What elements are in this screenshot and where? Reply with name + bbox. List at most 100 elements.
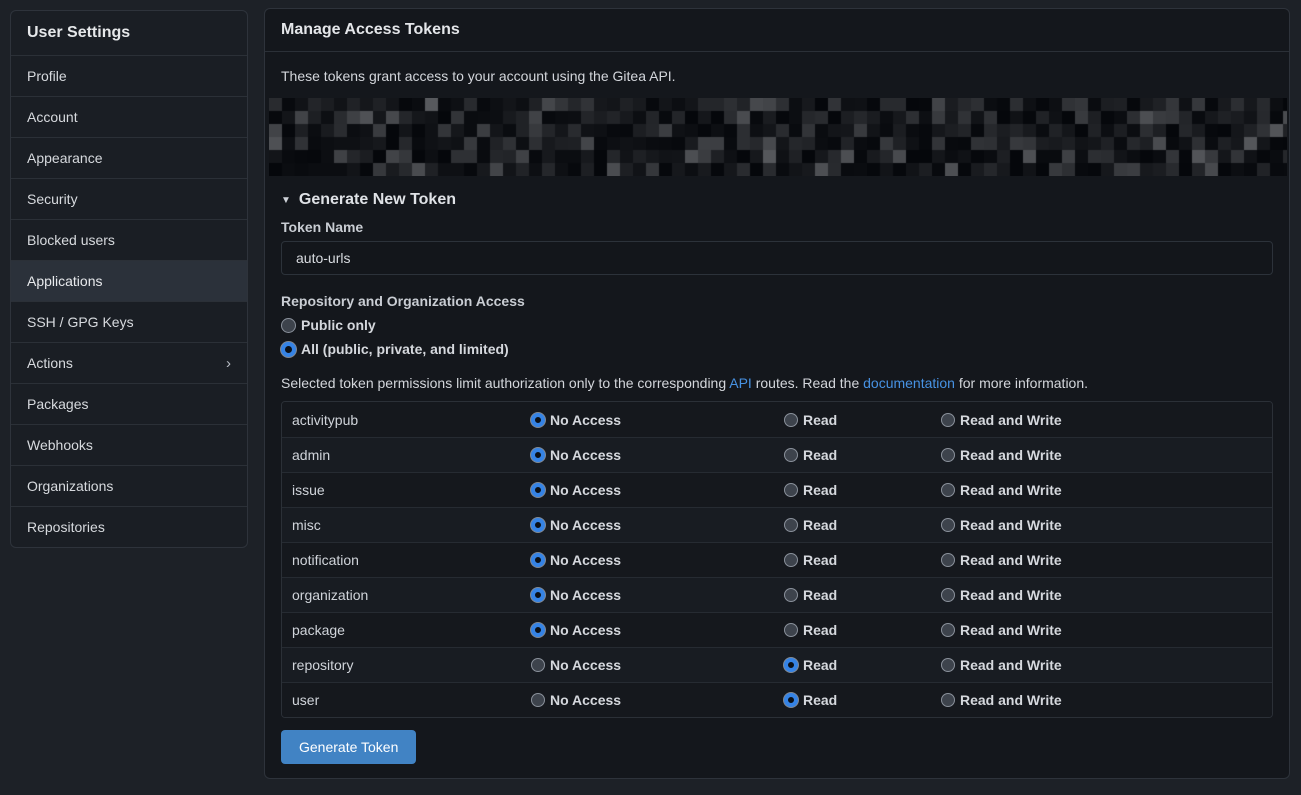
scope-option-label: Public only xyxy=(301,317,376,333)
permission-scope-label: activitypub xyxy=(282,412,531,428)
sidebar-item-webhooks[interactable]: Webhooks xyxy=(11,425,247,466)
permission-option-repository-no-access[interactable]: No Access xyxy=(531,657,784,673)
permission-option-notification-read-and-write[interactable]: Read and Write xyxy=(941,552,1272,568)
radio-unselected-icon[interactable] xyxy=(941,588,955,602)
radio-unselected-icon[interactable] xyxy=(941,623,955,637)
permissions-table: activitypubNo AccessReadRead and Writead… xyxy=(281,401,1273,718)
permission-option-misc-read-and-write[interactable]: Read and Write xyxy=(941,517,1272,533)
permission-option-activitypub-no-access[interactable]: No Access xyxy=(531,412,784,428)
radio-unselected-icon[interactable] xyxy=(531,658,545,672)
permission-scope-label: admin xyxy=(282,447,531,463)
radio-unselected-icon[interactable] xyxy=(784,448,798,462)
radio-selected-icon[interactable] xyxy=(531,518,545,532)
radio-unselected-icon[interactable] xyxy=(941,658,955,672)
radio-unselected-icon[interactable] xyxy=(281,318,296,333)
sidebar-item-organizations[interactable]: Organizations xyxy=(11,466,247,507)
documentation-link[interactable]: documentation xyxy=(863,375,955,391)
permission-option-label: Read and Write xyxy=(960,447,1062,463)
permission-option-issue-read[interactable]: Read xyxy=(784,482,941,498)
radio-unselected-icon[interactable] xyxy=(784,553,798,567)
permission-option-label: Read xyxy=(803,517,837,533)
sidebar-item-account[interactable]: Account xyxy=(11,97,247,138)
sidebar-item-label: Applications xyxy=(27,273,103,289)
permission-option-organization-no-access[interactable]: No Access xyxy=(531,587,784,603)
permission-option-user-no-access[interactable]: No Access xyxy=(531,692,784,708)
radio-selected-icon[interactable] xyxy=(531,553,545,567)
sidebar-item-repositories[interactable]: Repositories xyxy=(11,507,247,547)
radio-selected-icon[interactable] xyxy=(531,623,545,637)
permission-option-misc-read[interactable]: Read xyxy=(784,517,941,533)
permission-option-misc-no-access[interactable]: No Access xyxy=(531,517,784,533)
generate-token-button[interactable]: Generate Token xyxy=(281,730,416,764)
sidebar-item-label: Account xyxy=(27,109,78,125)
permission-option-organization-read-and-write[interactable]: Read and Write xyxy=(941,587,1272,603)
permission-option-label: Read xyxy=(803,447,837,463)
radio-selected-icon[interactable] xyxy=(531,413,545,427)
permission-option-notification-no-access[interactable]: No Access xyxy=(531,552,784,568)
permission-option-package-read-and-write[interactable]: Read and Write xyxy=(941,622,1272,638)
permission-option-label: No Access xyxy=(550,622,621,638)
sidebar-item-profile[interactable]: Profile xyxy=(11,56,247,97)
permission-option-issue-read-and-write[interactable]: Read and Write xyxy=(941,482,1272,498)
sidebar-item-applications[interactable]: Applications xyxy=(11,261,247,302)
permission-option-issue-no-access[interactable]: No Access xyxy=(531,482,784,498)
chevron-right-icon: › xyxy=(226,356,231,371)
permission-option-user-read[interactable]: Read xyxy=(784,692,941,708)
sidebar-item-security[interactable]: Security xyxy=(11,179,247,220)
radio-selected-icon[interactable] xyxy=(531,588,545,602)
sidebar-item-appearance[interactable]: Appearance xyxy=(11,138,247,179)
radio-unselected-icon[interactable] xyxy=(784,588,798,602)
intro-text: These tokens grant access to your accoun… xyxy=(281,66,1273,86)
scope-option-public-only[interactable]: Public only xyxy=(281,317,1273,333)
permission-option-label: Read and Write xyxy=(960,692,1062,708)
radio-unselected-icon[interactable] xyxy=(531,693,545,707)
permission-scope-label: notification xyxy=(282,552,531,568)
permission-option-admin-no-access[interactable]: No Access xyxy=(531,447,784,463)
note-text: routes. Read the xyxy=(752,375,863,391)
token-name-input[interactable] xyxy=(281,241,1273,275)
permission-row-activitypub: activitypubNo AccessReadRead and Write xyxy=(282,402,1272,437)
radio-selected-icon[interactable] xyxy=(531,483,545,497)
permission-option-user-read-and-write[interactable]: Read and Write xyxy=(941,692,1272,708)
radio-unselected-icon[interactable] xyxy=(941,413,955,427)
radio-unselected-icon[interactable] xyxy=(784,413,798,427)
radio-selected-icon[interactable] xyxy=(531,448,545,462)
permission-option-activitypub-read[interactable]: Read xyxy=(784,412,941,428)
scope-option-all-public-private-and-limited[interactable]: All (public, private, and limited) xyxy=(281,341,1273,357)
permission-option-repository-read-and-write[interactable]: Read and Write xyxy=(941,657,1272,673)
sidebar-item-ssh-gpg-keys[interactable]: SSH / GPG Keys xyxy=(11,302,247,343)
permission-option-label: Read xyxy=(803,692,837,708)
radio-unselected-icon[interactable] xyxy=(941,693,955,707)
permission-row-admin: adminNo Access Read Read and Write xyxy=(282,437,1272,472)
permission-option-package-no-access[interactable]: No Access xyxy=(531,622,784,638)
permission-option-package-read[interactable]: Read xyxy=(784,622,941,638)
permission-option-label: Read xyxy=(803,482,837,498)
note-text: for more information. xyxy=(955,375,1088,391)
radio-selected-icon[interactable] xyxy=(784,693,798,707)
sidebar-item-blocked-users[interactable]: Blocked users xyxy=(11,220,247,261)
permission-option-activitypub-read-and-write[interactable]: Read and Write xyxy=(941,412,1272,428)
permission-option-organization-read[interactable]: Read xyxy=(784,587,941,603)
sidebar-item-label: Appearance xyxy=(27,150,103,166)
sidebar-item-label: Security xyxy=(27,191,78,207)
radio-unselected-icon[interactable] xyxy=(941,448,955,462)
sidebar-item-packages[interactable]: Packages xyxy=(11,384,247,425)
permission-option-admin-read[interactable]: Read xyxy=(784,447,941,463)
radio-unselected-icon[interactable] xyxy=(941,518,955,532)
radio-unselected-icon[interactable] xyxy=(784,623,798,637)
scope-option-label: All (public, private, and limited) xyxy=(301,341,509,357)
radio-selected-icon[interactable] xyxy=(784,658,798,672)
sidebar-item-actions[interactable]: Actions› xyxy=(11,343,247,384)
radio-unselected-icon[interactable] xyxy=(941,553,955,567)
radio-unselected-icon[interactable] xyxy=(941,483,955,497)
radio-unselected-icon[interactable] xyxy=(784,518,798,532)
permission-option-repository-read[interactable]: Read xyxy=(784,657,941,673)
generate-new-token-section: ▼ Generate New Token Token Name Reposito… xyxy=(281,190,1273,764)
permission-scope-label: package xyxy=(282,622,531,638)
permission-option-notification-read[interactable]: Read xyxy=(784,552,941,568)
radio-selected-icon[interactable] xyxy=(281,342,296,357)
radio-unselected-icon[interactable] xyxy=(784,483,798,497)
generate-new-token-toggle[interactable]: ▼ Generate New Token xyxy=(281,190,1273,210)
permission-option-admin-read-and-write[interactable]: Read and Write xyxy=(941,447,1272,463)
api-link[interactable]: API xyxy=(729,375,752,391)
